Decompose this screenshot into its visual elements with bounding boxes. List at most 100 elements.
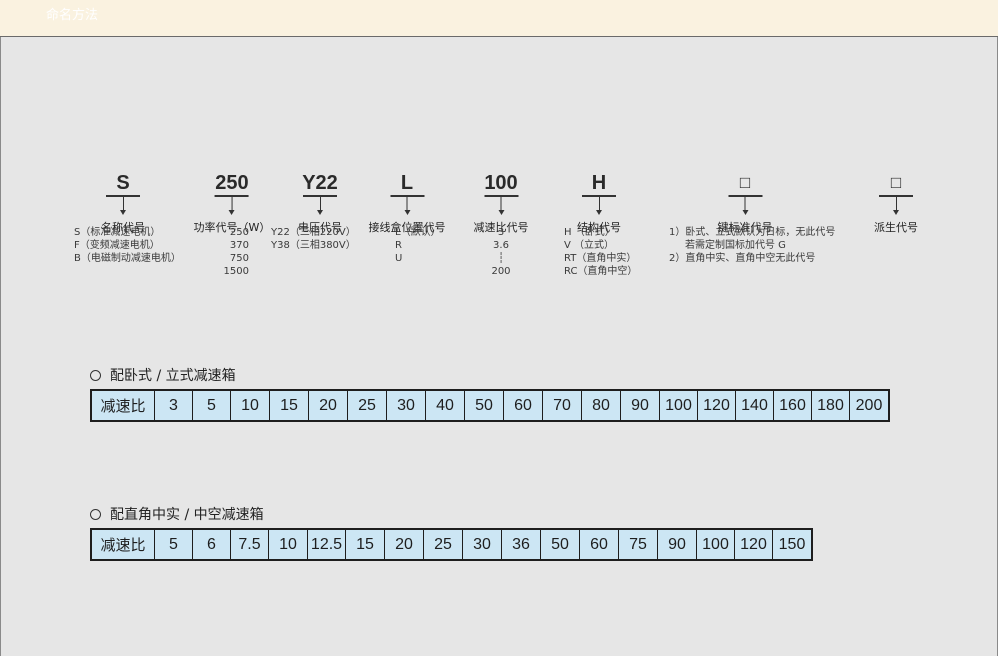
desc-line: RC（直角中空） [564,266,638,277]
ratio-cell: 25 [348,391,387,420]
header-title: 命名方法 [46,8,99,23]
table-header-cell: 减速比 [92,530,155,559]
ratio-cell: 3 [155,391,193,420]
desc-line: 1500 [223,266,249,277]
ratio-cell: 60 [504,391,543,420]
ratio-cell: 30 [463,530,502,559]
desc-line: RT（直角中实） [564,253,637,264]
desc-ratio: 3 3.6 ┆ 200 [481,226,521,278]
ratio-cell: 40 [426,391,465,420]
ratio-cell: 50 [541,530,580,559]
ratio-cell: 150 [778,535,806,553]
section-title-horizontal-vertical: 配卧式 / 立式减速箱 [90,365,236,385]
desc-line: S（标准减速电机） [74,227,161,238]
arrow-down-icon [598,197,600,210]
naming-method-panel: S 名称代号 250 功率代号（W） Y22 电压代号 L 接线盒位置代号 10… [0,37,998,656]
ratio-cell: 15 [346,530,385,559]
circle-bullet-icon [90,370,101,381]
desc-power: 250 370 750 1500 [219,226,249,278]
arrowhead-icon [742,210,748,215]
ratio-cell: 6 [193,530,231,559]
ratio-cell: 15 [270,391,309,420]
arrowhead-icon [893,210,899,215]
arrow-down-icon [319,197,321,210]
section-title-text: 配直角中实 / 中空减速箱 [110,507,264,523]
ratio-cell: 20 [385,530,424,559]
arrow-down-icon [231,197,233,210]
desc-line: 750 [229,253,249,264]
arrowhead-icon [498,210,504,215]
ratio-cell: 10 [231,391,270,420]
ratio-cell: 160 [774,391,812,420]
desc-structure: H （卧式） V （立式） RT（直角中实） RC（直角中空） [564,226,637,278]
arrowhead-icon [596,210,602,215]
desc-voltage: Y22（三相220V） Y38（三相380V） [271,226,356,252]
desc-line: F（变频减速电机） [74,240,160,251]
arrow-down-icon [744,197,746,210]
desc-line: Y22（三相220V） [271,227,356,238]
ratio-cell: 50 [465,391,504,420]
ratio-cell: 180 [812,391,850,420]
code-label: □ [739,173,751,192]
ratio-cell: 200 [855,396,883,414]
code-label: 250 [215,172,249,194]
desc-line: 2）直角中实、直角中空无此代号 [669,253,816,264]
ratio-cell: 90 [621,391,660,420]
header-bar: 命名方法 [0,0,998,37]
ratio-cell: 20 [309,391,348,420]
ratio-cell: 25 [424,530,463,559]
ratio-cell: 100 [697,530,735,559]
ratio-cell: 80 [582,391,621,420]
desc-name: S（标准减速电机） F（变频减速电机） B（电磁制动减速电机） [74,226,181,265]
desc-line: U [395,253,403,264]
section-title-text: 配卧式 / 立式减速箱 [110,368,236,384]
ratio-cell: 140 [736,391,774,420]
desc-line: H （卧式） [564,227,615,238]
ratio-table-horizontal-vertical: 减速比 3 5 10 15 20 25 30 40 50 60 70 80 90 100 120 140 160… [90,389,890,422]
desc-line: Y38（三相380V） [271,240,356,251]
desc-line: 3.6 [493,240,509,251]
ratio-cell: 90 [658,530,697,559]
code-label: S [116,172,130,194]
ratio-cell: 100 [660,391,698,420]
arrowhead-icon [120,210,126,215]
code-label: □ [890,173,902,192]
circle-bullet-icon [90,509,101,520]
table-header-cell: 减速比 [92,391,155,420]
desc-line: B（电磁制动减速电机） [74,253,181,264]
desc-line: V （立式） [564,240,615,251]
desc-line: 1）卧式、立式默认为日标，无此代号 [669,227,836,238]
arrow-down-icon [895,197,897,210]
desc-line: 200 [491,266,511,277]
desc-line: 3 [497,227,505,238]
desc-key-standard: 1）卧式、立式默认为日标，无此代号 若需定制国标加代号 G 2）直角中实、直角中… [669,226,835,265]
desc-line: R [395,240,402,251]
ratio-cell: 75 [619,530,658,559]
code-label: H [591,172,607,194]
desc-line: ┆ [497,253,505,264]
ratio-cell: 30 [387,391,426,420]
arrow-down-icon [500,197,502,210]
desc-line: 若需定制国标加代号 G [685,240,786,251]
arrowhead-icon [404,210,410,215]
ratio-table-right-angle: 减速比 5 6 7.5 10 12.5 15 20 25 30 36 50 60 75 90 100 120 1… [90,528,813,561]
arrowhead-icon [228,210,235,215]
ratio-cell: 36 [502,530,541,559]
arrow-down-icon [406,197,408,210]
desc-junction: L（默认） R U [395,226,441,265]
arrowhead-icon [317,210,323,215]
desc-line: 250 [229,227,249,238]
code-caption: 派生代号 [874,221,918,234]
ratio-cell: 12.5 [308,530,346,559]
ratio-cell: 60 [580,530,619,559]
ratio-cell: 7.5 [231,530,269,559]
code-label: 100 [484,172,518,194]
section-title-right-angle: 配直角中实 / 中空减速箱 [90,504,264,524]
ratio-cell: 10 [269,530,308,559]
desc-line: L（默认） [395,227,441,238]
ratio-cell: 70 [543,391,582,420]
ratio-cell: 5 [155,530,193,559]
ratio-cell: 5 [193,391,231,420]
ratio-cell: 120 [698,391,736,420]
arrow-down-icon [122,197,124,210]
